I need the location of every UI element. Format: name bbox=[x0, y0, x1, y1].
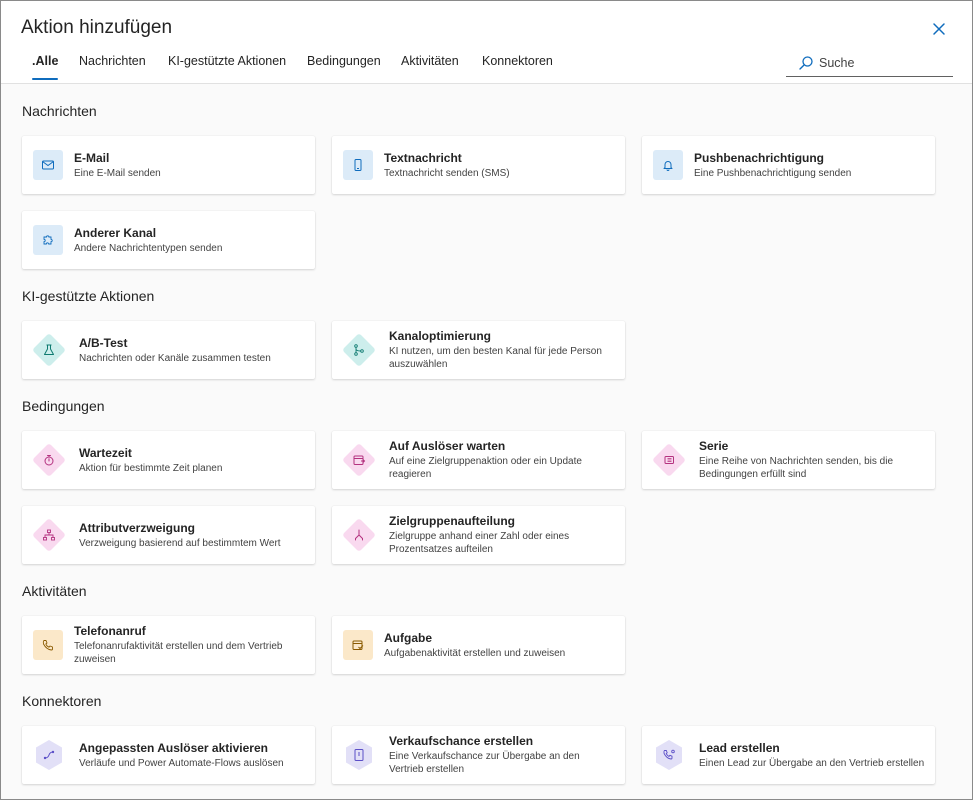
task-icon bbox=[343, 630, 373, 660]
action-card-custom-trigger[interactable]: Angepassten Auslöser aktivieren Verläufe… bbox=[22, 726, 315, 784]
section-title-connectors: Konnektoren bbox=[22, 693, 102, 709]
action-card-text-message[interactable]: Textnachricht Textnachricht senden (SMS) bbox=[332, 136, 625, 194]
branch-icon bbox=[342, 333, 376, 367]
action-description: Andere Nachrichtentypen senden bbox=[74, 242, 223, 254]
dialog-title: Aktion hinzufügen bbox=[21, 17, 173, 38]
action-description: Textnachricht senden (SMS) bbox=[384, 167, 510, 179]
action-name: Textnachricht bbox=[384, 150, 462, 165]
flow-icon bbox=[32, 738, 66, 772]
list-icon bbox=[652, 443, 686, 477]
section-title-conditions: Bedingungen bbox=[22, 398, 105, 414]
add-action-dialog: Aktion hinzufügen .Alle Nachrichten KI-g… bbox=[0, 0, 973, 800]
action-name: E-Mail bbox=[74, 150, 110, 165]
action-description: Eine Reihe von Nachrichten senden, bis d… bbox=[699, 456, 894, 480]
action-name: Pushbenachrichtigung bbox=[694, 150, 825, 165]
action-name: Anderer Kanal bbox=[74, 225, 157, 240]
action-description: Einen Lead zur Übergabe an den Vertrieb … bbox=[699, 757, 925, 769]
action-card-ab-test[interactable]: A/B-Test Nachrichten oder Kanäle zusamme… bbox=[22, 321, 315, 379]
search-box[interactable] bbox=[786, 51, 953, 77]
beaker-icon bbox=[32, 333, 66, 367]
tab-conditions[interactable]: Bedingungen bbox=[307, 51, 381, 84]
lead-icon bbox=[652, 738, 686, 772]
action-name: Verkaufschance erstellen bbox=[389, 734, 534, 748]
close-button[interactable] bbox=[929, 19, 949, 39]
puzzle-icon bbox=[33, 225, 63, 255]
action-name: A/B-Test bbox=[79, 335, 128, 350]
action-card-audience-split[interactable]: Zielgruppenaufteilung Zielgruppe anhand … bbox=[332, 506, 625, 564]
action-card-other-channel[interactable]: Anderer Kanal Andere Nachrichtentypen se… bbox=[22, 211, 315, 269]
section-title-messages: Nachrichten bbox=[22, 103, 97, 119]
action-description: Verzweigung basierend auf bestimmtem Wer… bbox=[79, 537, 281, 549]
action-name: Angepassten Auslöser aktivieren bbox=[79, 740, 268, 755]
action-card-task[interactable]: Aufgabe Aufgabenaktivität erstellen und … bbox=[332, 616, 625, 674]
action-description: Verläufe und Power Automate-Flows auslös… bbox=[79, 757, 284, 769]
action-name: Telefonanruf bbox=[74, 624, 146, 638]
section-title-ai-actions: KI-gestützte Aktionen bbox=[22, 288, 155, 304]
action-name: Aufgabe bbox=[384, 630, 432, 645]
action-card-create-lead[interactable]: Lead erstellen Einen Lead zur Übergabe a… bbox=[642, 726, 935, 784]
tab-all[interactable]: .Alle bbox=[32, 51, 59, 84]
action-description: Auf eine Zielgruppenaktion oder ein Upda… bbox=[389, 456, 582, 480]
action-card-channel-optimization[interactable]: Kanaloptimierung KI nutzen, um den beste… bbox=[332, 321, 625, 379]
action-name: Wartezeit bbox=[79, 445, 132, 460]
close-icon bbox=[933, 23, 945, 35]
tab-activities[interactable]: Aktivitäten bbox=[401, 51, 459, 84]
dialog-header: Aktion hinzufügen .Alle Nachrichten KI-g… bbox=[1, 1, 972, 84]
opportunity-icon bbox=[342, 738, 376, 772]
action-description: Nachrichten oder Kanäle zusammen testen bbox=[79, 352, 271, 364]
call-icon bbox=[33, 630, 63, 660]
action-name: Auf Auslöser warten bbox=[389, 439, 506, 453]
action-name: Zielgruppenaufteilung bbox=[389, 514, 515, 528]
action-card-phone-call[interactable]: Telefonanruf Telefonanrufaktivität erste… bbox=[22, 616, 315, 674]
section-title-activities: Aktivitäten bbox=[22, 583, 87, 599]
action-card-create-opportunity[interactable]: Verkaufschance erstellen Eine Verkaufsch… bbox=[332, 726, 625, 784]
action-card-wait-for-trigger[interactable]: Auf Auslöser warten Auf eine Zielgruppen… bbox=[332, 431, 625, 489]
calendar-trigger-icon bbox=[342, 443, 376, 477]
action-description: KI nutzen, um den besten Kanal für jede … bbox=[389, 346, 602, 370]
action-description: Telefonanrufaktivität erstellen und dem … bbox=[74, 641, 283, 665]
action-name: Serie bbox=[699, 439, 729, 453]
action-name: Lead erstellen bbox=[699, 740, 780, 755]
action-card-push-notification[interactable]: Pushbenachrichtigung Eine Pushbenachrich… bbox=[642, 136, 935, 194]
action-name: Kanaloptimierung bbox=[389, 329, 492, 343]
action-description: Eine Pushbenachrichtigung senden bbox=[694, 167, 852, 179]
action-card-email[interactable]: E-Mail Eine E-Mail senden bbox=[22, 136, 315, 194]
action-card-series[interactable]: Serie Eine Reihe von Nachrichten senden,… bbox=[642, 431, 935, 489]
action-description: Aufgabenaktivität erstellen und zuweisen bbox=[384, 647, 566, 659]
action-description: Eine E-Mail senden bbox=[74, 167, 161, 179]
search-icon bbox=[799, 56, 813, 70]
timer-icon bbox=[32, 443, 66, 477]
action-name: Attributverzweigung bbox=[79, 520, 195, 535]
tab-messages[interactable]: Nachrichten bbox=[79, 51, 146, 84]
action-card-attribute-branch[interactable]: Attributverzweigung Verzweigung basieren… bbox=[22, 506, 315, 564]
split-icon bbox=[342, 518, 376, 552]
action-description: Eine Verkaufschance zur Übergabe an den … bbox=[389, 751, 580, 775]
phone-icon bbox=[343, 150, 373, 180]
org-chart-icon bbox=[32, 518, 66, 552]
action-description: Aktion für bestimmte Zeit planen bbox=[79, 462, 223, 474]
mail-icon bbox=[33, 150, 63, 180]
bell-icon bbox=[653, 150, 683, 180]
action-description: Zielgruppe anhand einer Zahl oder eines … bbox=[389, 531, 570, 555]
search-input[interactable] bbox=[819, 54, 947, 72]
tab-connectors[interactable]: Konnektoren bbox=[482, 51, 553, 84]
action-card-wait-time[interactable]: Wartezeit Aktion für bestimmte Zeit plan… bbox=[22, 431, 315, 489]
tab-ai-actions[interactable]: KI-gestützte Aktionen bbox=[168, 51, 286, 84]
